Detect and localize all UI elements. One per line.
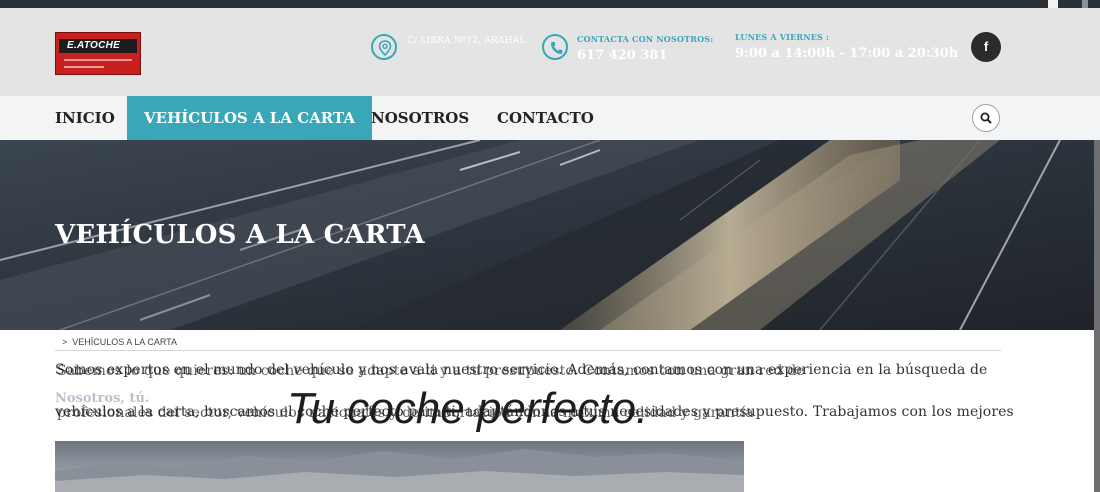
contact-label: CONTACTA CON NOSOTROS: [577,34,714,44]
phone-number[interactable]: 617 420 381 [577,48,667,63]
page-title: VEHÍCULOS A LA CARTA [55,220,425,250]
search-icon[interactable] [972,104,1000,132]
intro-text-overlay: Sabemos lo que quieres: un coche que se … [57,363,805,379]
divider [55,350,1001,351]
contact-block: CONTACTA CON NOSOTROS: 617 420 381 [542,32,722,72]
phone-icon [542,34,568,60]
nav-item-inicio[interactable]: INICIO [55,96,115,140]
site-header: E.ATOCHE C/ LIBRA Nº12, ARAHAL CONTACTA … [0,8,1100,96]
top-bar [0,0,1100,8]
hours-label: LUNES A VIERNES : [735,32,830,42]
hours-value: 9:00 a 14:00h - 17:00 a 20:30h [735,46,959,61]
nav-item-nosotros[interactable]: NOSOTROS [371,96,469,140]
nav-item-vehiculos[interactable]: VEHÍCULOS A LA CARTA [127,96,372,140]
slogan: Tu coche perfecto. [287,384,649,433]
hero-banner: VEHÍCULOS A LA CARTA [0,140,1100,330]
window-close-icon[interactable] [1082,0,1088,8]
company-logo[interactable]: E.ATOCHE [55,32,141,75]
logo-detail-line [64,59,132,61]
map-pin-icon [371,34,397,60]
landscape-photo [55,441,744,492]
window-restore-icon[interactable] [1048,0,1058,8]
address-text: C/ LIBRA Nº12, ARAHAL [407,36,526,46]
breadcrumb-separator: > [62,337,68,347]
address-block: C/ LIBRA Nº12, ARAHAL [371,32,531,72]
logo-detail-line [64,66,104,68]
logo-name: E.ATOCHE [67,40,121,51]
main-nav: INICIO VEHÍCULOS A LA CARTA NOSOTROS CON… [0,96,1100,140]
breadcrumb-current[interactable]: VEHÍCULOS A LA CARTA [72,337,177,347]
facebook-icon[interactable]: f [971,32,1001,62]
breadcrumb: > VEHÍCULOS A LA CARTA [62,337,177,347]
hours-block: LUNES A VIERNES : 9:00 a 14:00h - 17:00 … [735,32,959,72]
nav-item-contacto[interactable]: CONTACTO [497,96,594,140]
scrollbar-track[interactable] [1094,140,1100,492]
